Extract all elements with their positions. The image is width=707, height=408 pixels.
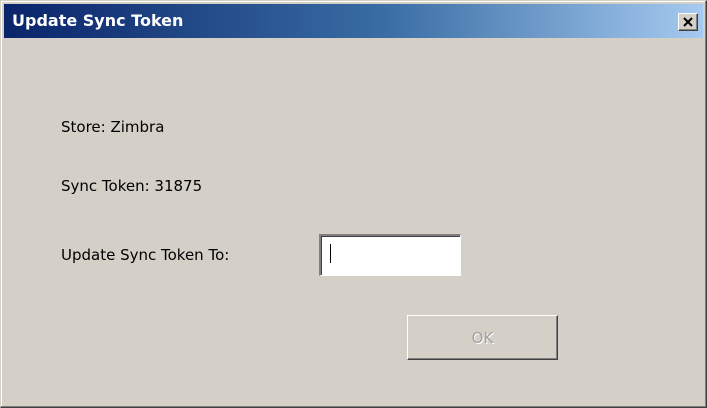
title-bar[interactable]: Update Sync Token [4,4,703,38]
update-sync-token-label: Update Sync Token To: [61,246,230,264]
ok-button[interactable]: OK [407,315,558,360]
sync-token-label: Sync Token: 31875 [61,177,203,195]
close-button[interactable] [678,13,698,31]
store-label: Store: Zimbra [61,118,165,136]
close-icon [683,17,693,27]
update-sync-token-dialog: Update Sync Token Store: Zimbra Sync Tok… [0,0,707,408]
text-caret [330,244,331,263]
window-title: Update Sync Token [12,11,184,30]
sync-token-input[interactable] [319,234,461,276]
